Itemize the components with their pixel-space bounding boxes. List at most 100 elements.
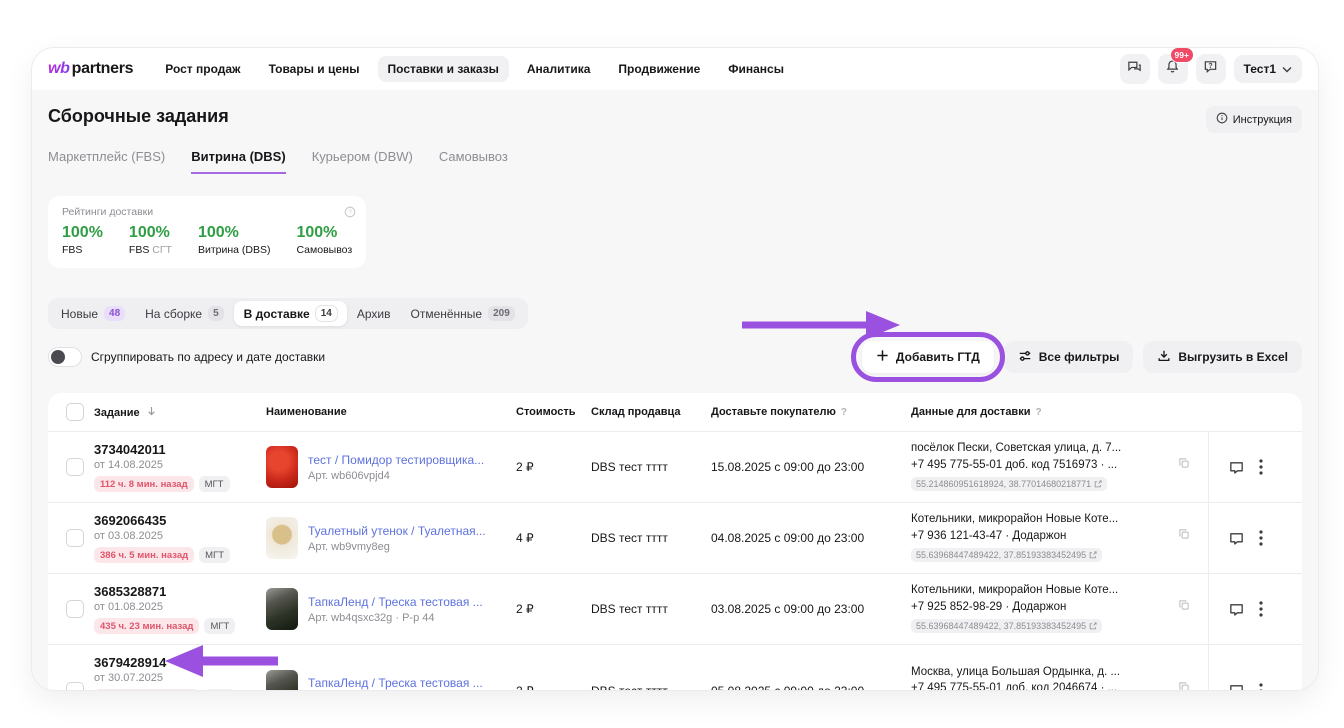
customer-phone: +7 495 775-55-01 доб. код 7516973 · ...: [911, 459, 1117, 471]
product-image[interactable]: [266, 446, 298, 488]
messages-button[interactable]: [1120, 54, 1150, 84]
nav-item-analytics[interactable]: Аналитика: [517, 56, 601, 82]
logo-wb: wb: [48, 60, 70, 78]
copy-icon[interactable]: [1178, 457, 1190, 472]
tab-vitrina-dbs[interactable]: Витрина (DBS): [191, 149, 285, 174]
notifications-button[interactable]: 99+: [1158, 54, 1188, 84]
order-price: 4 ₽: [516, 531, 534, 545]
nav-item-supplies-orders[interactable]: Поставки и заказы: [378, 56, 509, 82]
product-article: Арт. wb4qsxc32g · Р-р 44: [308, 612, 434, 624]
coordinates-text: 55.214860951618924, 38.77014680218771: [916, 479, 1091, 489]
chat-icon[interactable]: [1228, 530, 1245, 547]
deliver-help-icon[interactable]: ?: [841, 407, 847, 418]
status-tab-cancelled[interactable]: Отменённые 209: [400, 301, 524, 326]
wb-partners-logo[interactable]: wb partners: [48, 60, 133, 78]
kebab-menu-icon[interactable]: [1259, 601, 1263, 617]
kebab-menu-icon[interactable]: [1259, 530, 1263, 546]
row-checkbox[interactable]: [66, 529, 84, 547]
product-name-link[interactable]: Туалетный утенок / Туалетная...: [308, 524, 486, 538]
external-link-icon: [1089, 551, 1097, 559]
copy-icon[interactable]: [1178, 681, 1190, 691]
external-link-icon: [1089, 622, 1097, 630]
row-checkbox[interactable]: [66, 600, 84, 618]
rating-pickup: 100% Самовывоз: [296, 224, 352, 256]
ratings-help-icon[interactable]: ?: [344, 205, 356, 223]
page-title: Сборочные задания: [48, 106, 229, 127]
status-tab-assembling[interactable]: На сборке 5: [135, 301, 234, 326]
status-tab-label: На сборке: [145, 307, 202, 321]
product-name-link[interactable]: ТапкаЛенд / Треска тестовая ...: [308, 676, 483, 690]
status-count-badge: 5: [208, 306, 224, 321]
table-header-row: Задание Наименование Стоимость Склад про…: [48, 393, 1302, 432]
tab-pickup[interactable]: Самовывоз: [439, 149, 508, 174]
order-price: 2 ₽: [516, 460, 534, 474]
notification-badge: 99+: [1170, 48, 1194, 63]
product-image[interactable]: [266, 588, 298, 630]
account-menu[interactable]: Тест1: [1234, 55, 1302, 83]
ratings-items: 100% FBS 100% FBS СГТ 100% Витрина (DBS)…: [62, 224, 352, 256]
select-all-checkbox[interactable]: [66, 403, 84, 421]
task-id[interactable]: 3685328871: [94, 584, 258, 599]
toolbar-row: Сгруппировать по адресу и дате доставки …: [48, 341, 1302, 373]
toggle-knob: [51, 350, 65, 364]
delivery-address: Москва, улица Большая Ордынка, д. ...: [911, 666, 1200, 678]
delivery-ratings-card: Рейтинги доставки ? 100% FBS 100% FBS СГ…: [48, 196, 366, 268]
export-excel-button[interactable]: Выгрузить в Excel: [1143, 341, 1302, 373]
chat-icon[interactable]: [1228, 601, 1245, 618]
delivery-data-help-icon[interactable]: ?: [1035, 407, 1041, 418]
status-tab-archive[interactable]: Архив: [347, 301, 401, 326]
add-gtd-button[interactable]: Добавить ГТД: [862, 341, 994, 373]
coordinates-link[interactable]: 55.63968447489422, 37.85193383452495: [911, 619, 1102, 633]
coordinates-link[interactable]: 55.63968447489422, 37.85193383452495: [911, 548, 1102, 562]
status-tab-label: Новые: [61, 307, 98, 321]
product-name-link[interactable]: ТапкаЛенд / Треска тестовая ...: [308, 595, 483, 609]
task-id[interactable]: 3692066435: [94, 513, 258, 528]
task-id[interactable]: 3679428914: [94, 655, 258, 670]
copy-icon[interactable]: [1178, 599, 1190, 614]
orders-table: Задание Наименование Стоимость Склад про…: [48, 393, 1302, 690]
rating-value: 100%: [62, 224, 103, 242]
tab-marketplace-fbs[interactable]: Маркетплейс (FBS): [48, 149, 165, 174]
sort-down-icon[interactable]: [147, 407, 156, 419]
kebab-menu-icon[interactable]: [1259, 683, 1263, 691]
rating-value: 100%: [198, 224, 271, 242]
chat-icon[interactable]: [1228, 459, 1245, 476]
product-name-link[interactable]: тест / Помидор тестировщика...: [308, 453, 484, 467]
all-filters-button[interactable]: Все фильтры: [1004, 341, 1134, 373]
account-name: Тест1: [1244, 62, 1276, 76]
rating-label: Самовывоз: [296, 244, 352, 256]
copy-icon[interactable]: [1178, 528, 1190, 543]
seller-warehouse: DBS тест тттт: [591, 531, 668, 545]
product-image[interactable]: [266, 670, 298, 691]
nav-item-finance[interactable]: Финансы: [718, 56, 794, 82]
toggle-switch[interactable]: [48, 347, 82, 367]
age-badge: 386 ч. 5 мин. назад: [94, 547, 194, 563]
age-badge: 435 ч. 23 мин. назад: [94, 618, 199, 634]
row-checkbox[interactable]: [66, 458, 84, 476]
external-link-icon: [1094, 480, 1102, 488]
table-row: 3692066435 от 03.08.2025 386 ч. 5 мин. н…: [48, 503, 1302, 574]
logo-partners: partners: [72, 60, 134, 78]
group-by-address-toggle[interactable]: Сгруппировать по адресу и дате доставки: [48, 347, 325, 367]
status-tab-new[interactable]: Новые 48: [51, 301, 135, 326]
tab-courier-dbw[interactable]: Курьером (DBW): [312, 149, 413, 174]
table-row: 3679428914 от 30.07.2025 478 ч. 24 мин. …: [48, 645, 1302, 690]
instruction-button[interactable]: Инструкция: [1206, 106, 1302, 133]
nav-item-promotion[interactable]: Продвижение: [608, 56, 710, 82]
rating-label: FBS: [129, 244, 152, 256]
row-checkbox[interactable]: [66, 682, 84, 691]
table-row: 3685328871 от 01.08.2025 435 ч. 23 мин. …: [48, 574, 1302, 645]
status-tab-in-delivery[interactable]: В доставке 14: [234, 301, 347, 326]
kebab-menu-icon[interactable]: [1259, 459, 1263, 475]
task-id[interactable]: 3734042011: [94, 442, 258, 457]
status-count-badge: 48: [104, 306, 125, 321]
coordinates-text: 55.63968447489422, 37.85193383452495: [916, 550, 1086, 560]
help-button[interactable]: ?: [1196, 54, 1226, 84]
coordinates-link[interactable]: 55.214860951618924, 38.77014680218771: [911, 477, 1107, 491]
nav-item-sales-growth[interactable]: Рост продаж: [155, 56, 250, 82]
rating-fbs-sgt: 100% FBS СГТ: [129, 224, 172, 256]
chat-icon[interactable]: [1228, 682, 1245, 690]
product-image[interactable]: [266, 517, 298, 559]
instruction-label: Инструкция: [1233, 114, 1292, 126]
nav-item-goods-prices[interactable]: Товары и цены: [259, 56, 370, 82]
